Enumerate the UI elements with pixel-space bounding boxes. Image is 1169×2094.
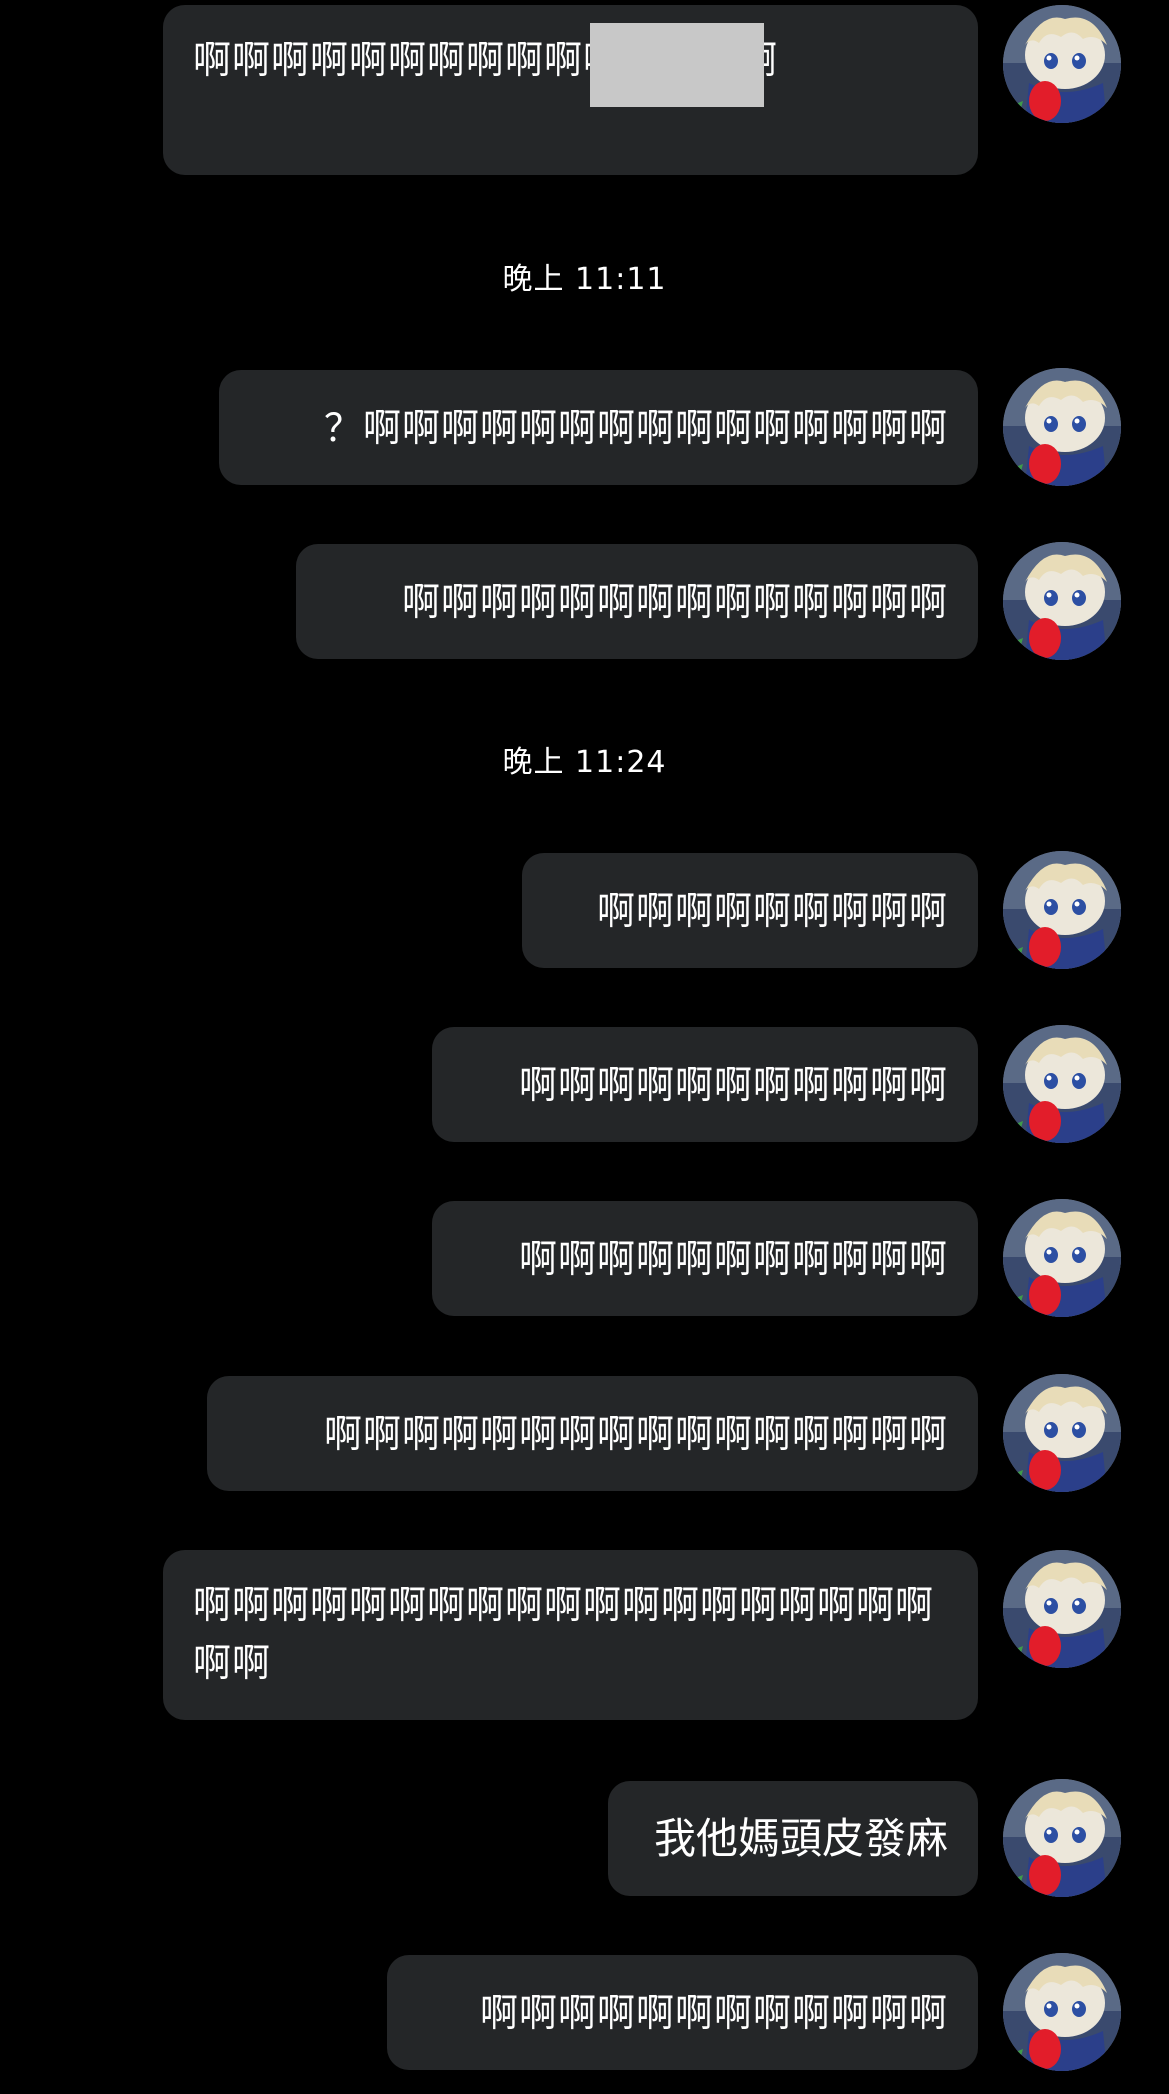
message-bubble[interactable]: 我他媽頭皮發麻 xyxy=(608,1781,978,1896)
message-bubble[interactable]: 啊啊啊啊啊啊啊啊啊啊啊 xyxy=(432,1201,978,1316)
avatar[interactable] xyxy=(1003,5,1121,123)
plush-doll-avatar-icon xyxy=(1003,368,1121,486)
redaction-box xyxy=(590,23,764,107)
message-text: ？啊啊啊啊啊啊啊啊啊啊啊啊啊啊啊 xyxy=(323,405,948,450)
plush-doll-avatar-icon xyxy=(1003,542,1121,660)
message-bubble[interactable]: 啊啊啊啊啊啊啊啊啊啊啊啊啊啊啊啊 xyxy=(207,1376,978,1491)
avatar[interactable] xyxy=(1003,1374,1121,1492)
timestamp: 晚上 11:24 xyxy=(502,745,667,780)
avatar[interactable] xyxy=(1003,1779,1121,1897)
message-bubble[interactable]: ？啊啊啊啊啊啊啊啊啊啊啊啊啊啊啊 xyxy=(219,370,978,485)
message-text: 啊啊啊啊啊啊啊啊啊啊啊啊啊啊 xyxy=(401,579,948,624)
avatar[interactable] xyxy=(1003,1550,1121,1668)
plush-doll-avatar-icon xyxy=(1003,1025,1121,1143)
plush-doll-avatar-icon xyxy=(1003,1779,1121,1897)
message-text: 我他媽頭皮發麻 xyxy=(653,1813,948,1863)
message-text: 啊啊啊啊啊啊啊啊啊 xyxy=(596,888,948,933)
plush-doll-avatar-icon xyxy=(1003,1550,1121,1668)
avatar[interactable] xyxy=(1003,1953,1121,2071)
message-text: 啊啊啊啊啊啊啊啊啊啊啊啊啊啊啊啊啊啊啊啊啊 xyxy=(193,1583,935,1685)
avatar[interactable] xyxy=(1003,542,1121,660)
avatar[interactable] xyxy=(1003,1199,1121,1317)
plush-doll-avatar-icon xyxy=(1003,851,1121,969)
message-text: 啊啊啊啊啊啊啊啊啊啊啊啊啊啊啊啊 xyxy=(323,1411,948,1456)
message-bubble[interactable]: 啊啊啊啊啊啊啊啊啊啊啊啊啊啊啊 xyxy=(163,5,978,175)
plush-doll-avatar-icon xyxy=(1003,1199,1121,1317)
plush-doll-avatar-icon xyxy=(1003,1953,1121,2071)
avatar[interactable] xyxy=(1003,1025,1121,1143)
avatar[interactable] xyxy=(1003,851,1121,969)
message-bubble[interactable]: 啊啊啊啊啊啊啊啊啊啊啊啊啊啊 xyxy=(296,544,978,659)
message-bubble[interactable]: 啊啊啊啊啊啊啊啊啊啊啊啊 xyxy=(387,1955,978,2070)
avatar[interactable] xyxy=(1003,368,1121,486)
message-text: 啊啊啊啊啊啊啊啊啊啊啊啊 xyxy=(479,1990,948,2035)
plush-doll-avatar-icon xyxy=(1003,5,1121,123)
message-text: 啊啊啊啊啊啊啊啊啊啊啊 xyxy=(518,1062,948,1107)
plush-doll-avatar-icon xyxy=(1003,1374,1121,1492)
message-bubble[interactable]: 啊啊啊啊啊啊啊啊啊 xyxy=(522,853,978,968)
message-bubble[interactable]: 啊啊啊啊啊啊啊啊啊啊啊 xyxy=(432,1027,978,1142)
message-text: 啊啊啊啊啊啊啊啊啊啊啊 xyxy=(518,1236,948,1281)
message-bubble[interactable]: 啊啊啊啊啊啊啊啊啊啊啊啊啊啊啊啊啊啊啊啊啊 xyxy=(163,1550,978,1720)
timestamp: 晚上 11:11 xyxy=(502,262,667,297)
